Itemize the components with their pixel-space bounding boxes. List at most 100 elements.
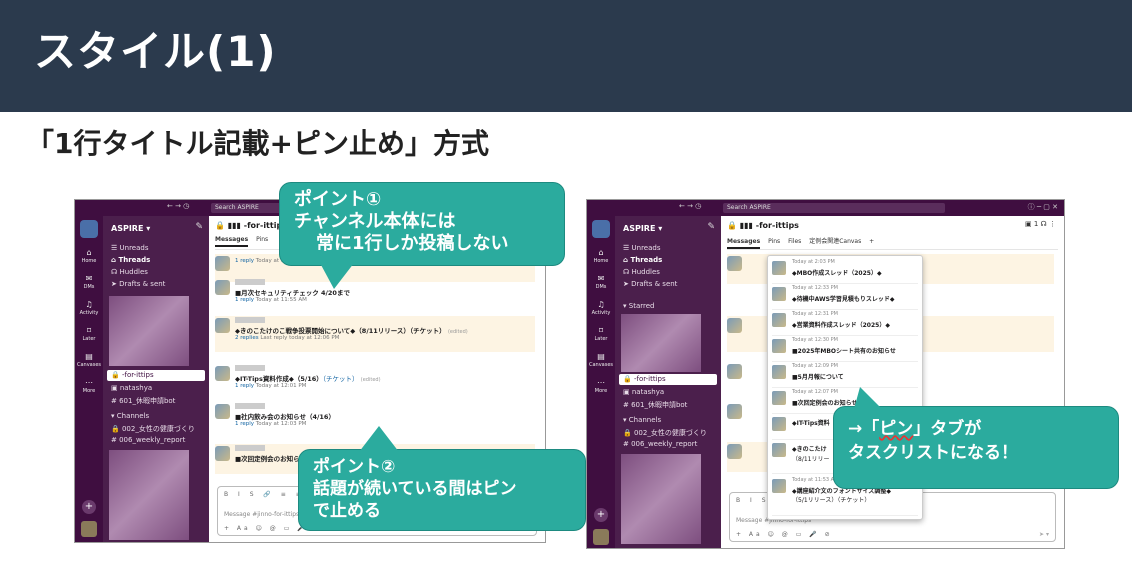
canvases-icon[interactable]: ▤ Canvases: [589, 352, 613, 368]
pinned-item[interactable]: Today at 12:30 PM ■2025年MBOシート共有のお知らせ: [772, 336, 918, 362]
tab-messages[interactable]: Messages: [727, 238, 761, 249]
dms-icon[interactable]: ✉ DMs: [589, 274, 613, 290]
member-count[interactable]: ▣ 1 ☊ ⋮: [1025, 220, 1056, 228]
activity-icon[interactable]: ♫ Activity: [77, 300, 101, 316]
tab-files[interactable]: Files: [788, 238, 801, 245]
workspace-logo-icon[interactable]: [592, 220, 610, 238]
pin-time: Today at 12:33 PM: [792, 285, 838, 291]
message[interactable]: ◆IT-Tips資料作成◆（5/16）（チケット） (edited) 1 rep…: [215, 364, 535, 396]
callout-point-2: ポイント② 話題が続いている間はピン で止める: [298, 426, 586, 531]
pin-text: ◆MBO作成スレッド（2025）◆: [792, 270, 882, 277]
channels-header[interactable]: ▾ Channels: [623, 416, 661, 424]
workspace-name[interactable]: ASPIRE ▾: [111, 224, 150, 233]
sidebar-item-selected-channel[interactable]: 🔒 -for-ittips: [107, 370, 205, 381]
thread-replies-link[interactable]: 1 reply Today at 12:03 PM: [235, 421, 306, 427]
more-icon[interactable]: ⋯ More: [77, 378, 101, 394]
tab-messages[interactable]: Messages: [215, 236, 249, 247]
title-bar: ← → ◷ Search ASPIRE ⓘ ─ ▢ ✕: [587, 200, 1064, 216]
workspace-name[interactable]: ASPIRE ▾: [623, 224, 662, 233]
avatar: [727, 256, 742, 271]
sidebar-item-unreads[interactable]: ☰ Unreads: [623, 244, 661, 252]
tab-canvas[interactable]: 定例会関連Canvas: [809, 238, 861, 245]
message[interactable]: ■月次セキュリティチェック 4/20まで 1 reply Today at 11…: [215, 278, 535, 308]
sidebar-item-drafts[interactable]: ➤ Drafts & sent: [111, 280, 165, 288]
channel-title[interactable]: 🔒 ▮▮▮ -for-ittips: [727, 221, 799, 230]
pinned-item[interactable]: Today at 12:33 PM ◆待機中AWS学習見積もりスレッド◆: [772, 284, 918, 310]
sidebar-item-huddles[interactable]: ☊ Huddles: [623, 268, 660, 276]
message-input[interactable]: Message #jinno-for-ittips: [224, 511, 299, 518]
callout-text: 話題が続いている間はピン: [313, 479, 517, 499]
channels-header[interactable]: ▾ Channels: [111, 412, 149, 420]
home-icon[interactable]: ⌂ Home: [77, 248, 101, 264]
sidebar-item-channel[interactable]: # 601_休暇申請bot: [623, 400, 687, 410]
pin-time: Today at 12:09 PM: [792, 363, 838, 369]
pinned-item[interactable]: Today at 12:31 PM ◆営業資料作成スレッド（2025）◆: [772, 310, 918, 336]
pinned-item[interactable]: Today at 12:09 PM ■5月月報について: [772, 362, 918, 388]
callout-heading: ポイント①: [294, 189, 382, 210]
search-input[interactable]: Search ASPIRE: [723, 203, 945, 213]
sidebar-item-channel[interactable]: 🔒 002_女性の健康づくり: [623, 428, 707, 438]
canvases-icon[interactable]: ▤ Canvases: [77, 352, 101, 368]
sidebar-item-threads[interactable]: ⌂ Threads: [111, 256, 150, 264]
add-tab-button[interactable]: +: [869, 238, 874, 245]
message[interactable]: ◆きのこたけのこ戦争投票開始について◆（8/11リリース）（チケット） (edi…: [215, 316, 535, 352]
thread-replies-link[interactable]: 1 reply Today at 11:55 AM: [235, 297, 307, 303]
callout-arrow: [359, 426, 399, 452]
sidebar-item-dm[interactable]: ▣ natashya: [111, 384, 152, 392]
starred-header[interactable]: ▾ Starred: [623, 302, 654, 310]
callout-arrow: [854, 387, 882, 409]
callout-pins-tab: →「ピン」タブが タスクリストになる！: [833, 387, 1119, 489]
sidebar: ASPIRE ▾ ✎ ☰ Unreads ⌂ Threads ☊ Huddles…: [103, 216, 209, 542]
message-text: ■次回定例会のお知らせ: [235, 455, 307, 463]
workspace-rail: ⌂ Home ✉ DMs ♫ Activity ⌑ Later ▤ Canvases ⋯ M…: [75, 216, 103, 542]
pin-text: ◆IT-Tips資料: [792, 420, 830, 427]
avatar: [772, 313, 786, 327]
avatar[interactable]: [81, 521, 97, 537]
avatar: [215, 280, 230, 295]
thread-replies-link[interactable]: 1 reply Today at 12:01 PM: [235, 383, 306, 389]
more-icon[interactable]: ⋯ More: [589, 378, 613, 394]
add-icon[interactable]: +: [594, 508, 608, 522]
pinned-item[interactable]: Today at 2:03 PM ◆MBO作成スレッド（2025）◆: [772, 258, 918, 284]
later-icon[interactable]: ⌑ Later: [77, 326, 101, 342]
nav-arrows-icon[interactable]: ← → ◷: [679, 202, 701, 210]
add-icon[interactable]: +: [82, 500, 96, 514]
sidebar-item-threads[interactable]: ⌂ Threads: [623, 256, 662, 264]
sidebar-item-selected-channel[interactable]: 🔒 -for-ittips: [619, 374, 717, 385]
activity-icon[interactable]: ♫ Activity: [589, 300, 613, 316]
help-icon[interactable]: ⓘ ─ ▢ ✕: [1028, 202, 1058, 212]
avatar: [215, 256, 230, 271]
dms-icon[interactable]: ✉ DMs: [77, 274, 101, 290]
avatar[interactable]: [593, 529, 609, 545]
sidebar-item-unreads[interactable]: ☰ Unreads: [111, 244, 149, 252]
compose-icon[interactable]: ✎: [707, 222, 715, 232]
later-icon[interactable]: ⌑ Later: [589, 326, 613, 342]
avatar: [772, 391, 786, 405]
compose-icon[interactable]: ✎: [195, 222, 203, 232]
callout-text: 常に1行しか投稿しない: [316, 233, 509, 254]
sidebar-item-dm[interactable]: ▣ natashya: [623, 388, 664, 396]
pin-text: ■2025年MBOシート共有のお知らせ: [792, 348, 896, 355]
send-icon[interactable]: ➤ ▾: [1039, 531, 1049, 538]
sidebar-item-drafts[interactable]: ➤ Drafts & sent: [623, 280, 677, 288]
callout-text: チャンネル本体には: [294, 211, 456, 232]
message-text: ◆きのこたけのこ戦争投票開始について◆（8/11リリース）（チケット） (edi…: [235, 327, 468, 335]
tab-pins[interactable]: Pins: [768, 238, 780, 245]
thread-replies-link[interactable]: 2 replies Last reply today at 12:06 PM: [235, 335, 339, 341]
home-icon[interactable]: ⌂ Home: [589, 248, 613, 264]
workspace-logo-icon[interactable]: [80, 220, 98, 238]
sidebar-item-channel[interactable]: # 006_weekly_report: [111, 436, 185, 444]
channel-tabs: Messages Pins Files 定例会関連Canvas +: [727, 236, 1058, 250]
tab-pins[interactable]: Pins: [256, 236, 268, 243]
composer-actions[interactable]: + Aa ☺ @ ▭ 🎤 ⊘: [736, 531, 833, 538]
channel-title[interactable]: 🔒 ▮▮▮ -for-ittips: [215, 221, 287, 230]
sidebar-item-channel[interactable]: # 006_weekly_report: [623, 440, 697, 448]
sidebar-item-channel[interactable]: 🔒 002_女性の健康づくり: [111, 424, 195, 434]
nav-arrows-icon[interactable]: ← → ◷: [167, 202, 189, 210]
sidebar-item-huddles[interactable]: ☊ Huddles: [111, 268, 148, 276]
slack-screenshot-right: ← → ◷ Search ASPIRE ⓘ ─ ▢ ✕ ⌂ Home ✉ DMs ♫…: [586, 199, 1065, 549]
avatar: [727, 318, 742, 333]
blurred-channel-list: [621, 314, 701, 372]
sidebar-item-channel[interactable]: # 601_休暇申請bot: [111, 396, 175, 406]
blurred-author: [235, 445, 265, 451]
